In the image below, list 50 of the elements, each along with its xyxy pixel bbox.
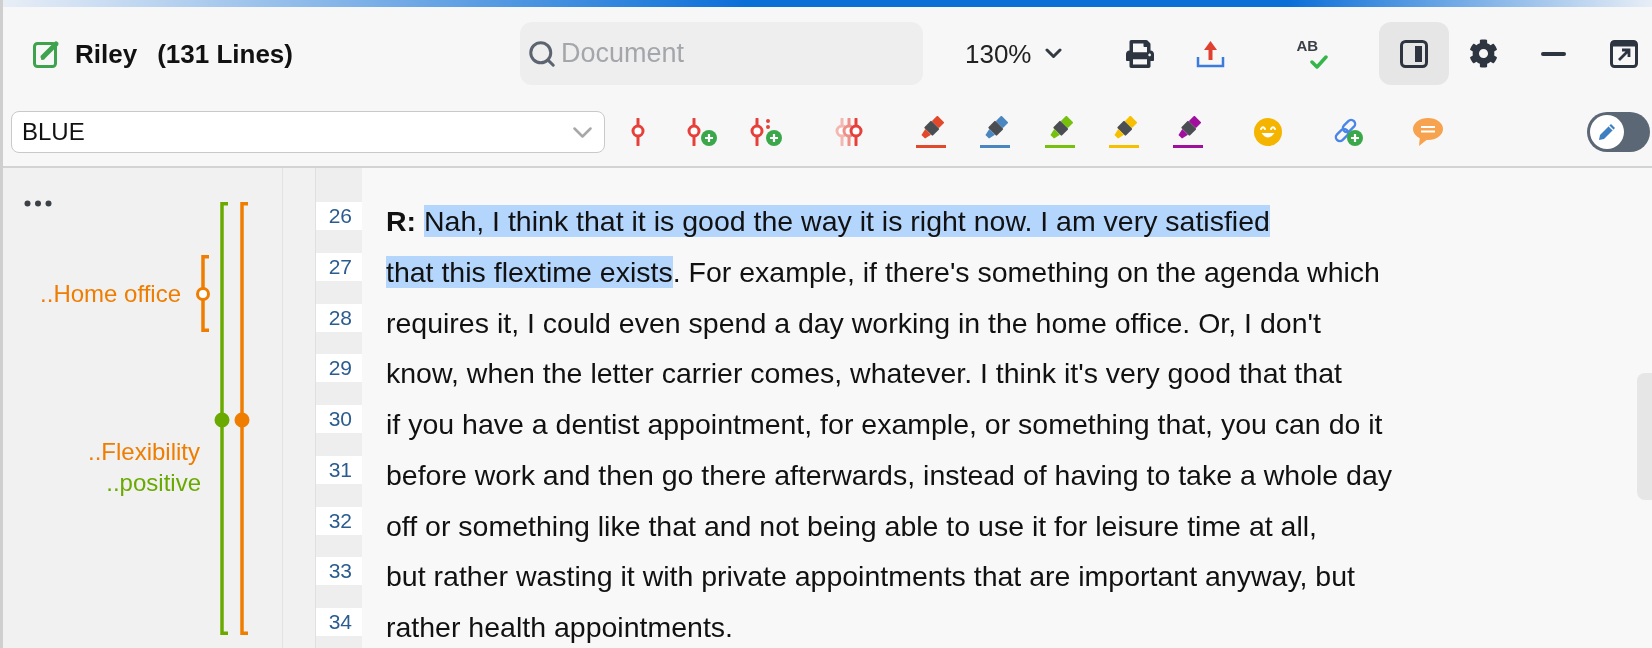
line-number: 28: [316, 303, 362, 332]
zoom-dropdown[interactable]: 130%: [965, 38, 1063, 69]
line-number: 32: [316, 506, 362, 535]
transcript-line: rather health appointments.: [386, 610, 733, 644]
code-icon[interactable]: [630, 118, 646, 146]
panel-icon: [1400, 39, 1429, 68]
document-title: Riley: [75, 38, 138, 69]
check-icon: [1310, 55, 1329, 69]
highlighter-icon[interactable]: [1109, 116, 1139, 148]
line-number: 26: [316, 202, 362, 230]
minimize-icon[interactable]: [1541, 51, 1567, 56]
transcript-line: requires it, I could even spend a day working in the home office. Or, I don't: [386, 305, 1321, 340]
line-number: 30: [316, 405, 362, 433]
print-icon[interactable]: [1126, 39, 1155, 68]
edit-document-icon: [33, 39, 60, 68]
more-icon[interactable]: [24, 200, 52, 207]
add-code-icon[interactable]: [687, 118, 717, 146]
sidebar-toggle-button[interactable]: [1379, 22, 1450, 85]
upload-icon[interactable]: [1196, 39, 1226, 68]
transcript-line: that this flextime exists. For example, if there's something on the agenda which: [386, 254, 1380, 289]
transcript-line: if you have a dentist appointment, for example, or something that, you can do it: [386, 407, 1383, 441]
line-number: 29: [316, 354, 362, 383]
search-icon: [527, 39, 557, 69]
line-number: 27: [316, 252, 362, 281]
transcript-line: but rather wasting it with private appointments that are important anyway, but: [386, 559, 1355, 594]
highlighter-icon[interactable]: [1045, 116, 1075, 148]
highlighter-icon[interactable]: [980, 116, 1010, 148]
line-number: 33: [316, 557, 362, 586]
code-bracket[interactable]: [195, 255, 211, 332]
external-window-icon[interactable]: [1610, 39, 1639, 68]
settings-icon[interactable]: [1469, 39, 1499, 68]
spellcheck-button[interactable]: AB: [1296, 38, 1329, 69]
highlighter-icon[interactable]: [1173, 116, 1203, 148]
add-code-icon[interactable]: [750, 118, 782, 146]
edit-mode-switch[interactable]: [1587, 112, 1650, 152]
search-field[interactable]: Document: [520, 22, 923, 85]
transcript-line: off or something like that and not being able to use it for leisure time at all,: [386, 508, 1317, 543]
transcript-line: know, when the letter carrier comes, whatever. I think it's very good that that: [386, 356, 1342, 391]
multiple-codes-icon[interactable]: [835, 118, 864, 146]
transcript-line: R: Nah, I think that it is good the way it is right now. I am very satisfied: [386, 204, 1270, 238]
pencil-icon: [1597, 122, 1617, 142]
code-dropdown[interactable]: BLUE: [11, 111, 605, 153]
chevron-down-icon: [573, 126, 592, 138]
add-link-icon[interactable]: [1334, 117, 1364, 147]
line-number: 31: [316, 455, 362, 484]
highlighter-icon[interactable]: [916, 116, 946, 148]
transcript-line: before work and then go there afterwards, instead of having to take a whole day: [386, 457, 1393, 492]
line-count: (131 Lines): [157, 38, 293, 69]
line-number: 34: [316, 608, 362, 636]
chevron-down-icon: [1045, 48, 1063, 59]
